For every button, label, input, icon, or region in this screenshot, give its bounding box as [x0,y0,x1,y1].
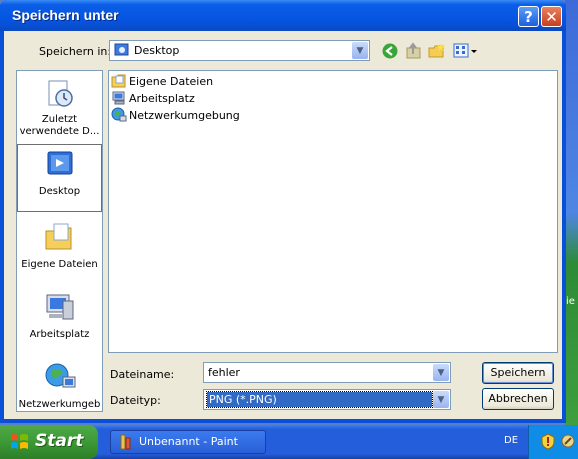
title-bar[interactable]: Speichern unter ? ✕ [0,0,566,31]
save-in-combo[interactable]: Desktop ▼ [109,40,370,61]
help-button[interactable]: ? [518,6,539,27]
save-in-value: Desktop [134,44,180,57]
close-button[interactable]: ✕ [541,6,562,27]
view-menu-icon[interactable] [453,43,479,59]
place-my-documents[interactable]: Eigene Dateien [17,221,102,270]
file-name: Netzwerkumgebung [129,108,240,122]
my-computer-icon [46,294,73,320]
filetype-value: PNG (*.PNG) [206,391,433,408]
system-tray [528,425,578,459]
dialog-client: Speichern in: Desktop ▼ Zuletzt verwende… [4,31,562,419]
file-name: Arbeitsplatz [129,91,195,105]
place-label: Zuletzt verwendete D... [19,114,100,137]
place-label: Arbeitsplatz [29,329,90,340]
desktop-small-icon [114,43,129,56]
save-in-label: Speichern in: [39,45,112,58]
filename-label: Dateiname: [110,368,175,381]
place-recent[interactable]: Zuletzt verwendete D... [17,78,102,138]
desktop-background [565,0,578,425]
list-item[interactable]: Eigene Dateien [111,73,213,89]
filename-value: fehler [208,366,240,379]
place-desktop[interactable]: Desktop [17,144,102,212]
security-shield-icon[interactable] [541,433,555,450]
dialog-title: Speichern unter [12,7,119,23]
taskbar-item-paint[interactable]: Unbenannt - Paint [110,430,266,454]
paint-icon [120,434,131,450]
chevron-down-icon[interactable]: ▼ [433,391,449,408]
filename-field[interactable]: fehler ▼ [203,362,451,383]
place-my-computer[interactable]: Arbeitsplatz [17,291,102,340]
computer-icon [112,91,125,105]
file-list[interactable]: Eigene Dateien Arbeitsplatz Netzwerkumge… [108,70,558,353]
desktop-icon [47,151,72,175]
back-icon[interactable] [382,43,399,60]
recent-documents-icon [48,80,73,107]
desktop-fragment: ie [566,296,575,307]
up-folder-icon[interactable] [405,42,423,60]
file-name: Eigene Dateien [129,74,214,88]
place-label: Desktop [38,186,81,197]
start-label: Start [35,431,84,451]
tray-app-icon[interactable] [560,433,576,450]
save-button[interactable]: Speichern [482,362,554,384]
filetype-label: Dateityp: [110,394,161,407]
place-network[interactable]: Netzwerkumgeb [17,361,102,410]
places-bar: Zuletzt verwendete D... Desktop Eigene D… [16,70,103,412]
start-button[interactable]: Start [0,425,98,459]
folder-icon [111,74,126,88]
filetype-select[interactable]: PNG (*.PNG) ▼ [203,389,451,410]
chevron-down-icon[interactable]: ▼ [352,42,368,59]
taskbar: Start Unbenannt - Paint DE [0,425,578,459]
network-places-icon [45,363,75,388]
cancel-button[interactable]: Abbrechen [482,388,554,410]
list-item[interactable]: Arbeitsplatz [111,90,195,106]
save-as-dialog: Speichern unter ? ✕ Speichern in: Deskto… [0,0,566,423]
language-indicator[interactable]: DE [504,435,518,446]
list-item[interactable]: Netzwerkumgebung [111,107,240,123]
chevron-down-icon[interactable]: ▼ [433,364,449,381]
place-label: Eigene Dateien [21,259,98,270]
new-folder-icon[interactable] [428,42,446,60]
windows-logo-icon [11,434,28,449]
my-documents-icon [45,223,71,250]
network-icon [111,107,127,122]
task-label: Unbenannt - Paint [139,435,238,448]
place-label: Netzwerkumgeb [18,399,101,410]
